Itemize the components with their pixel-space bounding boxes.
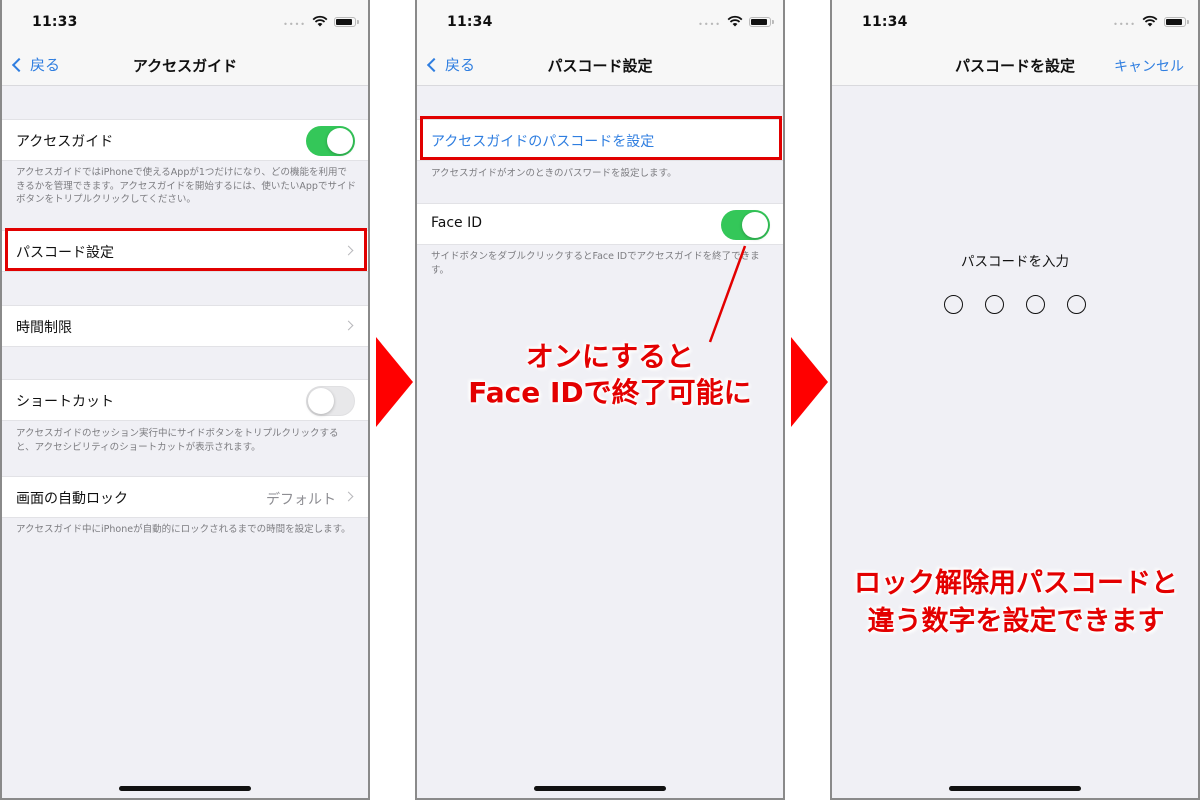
- chevron-right-icon: [343, 491, 354, 502]
- passcode-dot: [944, 295, 963, 314]
- auto-lock-value: デフォルト: [266, 492, 336, 508]
- status-bar: 11:34 ••••: [832, 0, 1198, 44]
- battery-icon: [749, 17, 774, 27]
- set-passcode-row[interactable]: アクセスガイドのパスコードを設定: [417, 119, 783, 161]
- battery-icon: [1164, 17, 1189, 27]
- battery-icon: [334, 17, 359, 27]
- toggle-knob: [742, 212, 768, 238]
- annotation-line-1: オンにすると: [525, 340, 695, 373]
- page-title: アクセスガイド: [132, 57, 238, 75]
- screen-guided-access: 11:33 •••• 戻る アクセスガイド アクセスガイド アクセスガイドではi…: [0, 0, 370, 800]
- annotation-passcode: ロック解除用パスコードと 違う数字を設定できます: [838, 565, 1194, 641]
- screen-set-passcode: 11:34 •••• パスコードを設定 キャンセル パスコードを入力: [830, 0, 1200, 800]
- auto-lock-label: 画面の自動ロック: [16, 491, 128, 507]
- status-time: 11:34: [447, 14, 493, 30]
- toggle-knob: [308, 388, 334, 414]
- passcode-dot: [1067, 295, 1086, 314]
- annotation-line-2: 違う数字を設定できます: [867, 606, 1165, 637]
- navigation-bar: 戻る アクセスガイド: [2, 44, 368, 86]
- cellular-signal-icon: ••••: [698, 20, 721, 29]
- shortcut-row: ショートカット: [2, 379, 368, 421]
- time-limits-label: 時間制限: [16, 320, 72, 336]
- set-passcode-link[interactable]: アクセスガイドのパスコードを設定: [431, 131, 654, 151]
- guided-access-toggle[interactable]: [306, 126, 355, 156]
- auto-lock-row[interactable]: 画面の自動ロック デフォルト: [2, 476, 368, 518]
- face-id-toggle[interactable]: [721, 210, 770, 240]
- time-limits-row[interactable]: 時間制限: [2, 305, 368, 347]
- status-time: 11:33: [32, 14, 78, 30]
- guided-access-label: アクセスガイド: [16, 134, 114, 150]
- cellular-signal-icon: ••••: [283, 20, 306, 29]
- cancel-button[interactable]: キャンセル: [1114, 56, 1184, 76]
- auto-lock-description: アクセスガイド中にiPhoneが自動的にロックされるまでの時間を設定します。: [16, 524, 351, 535]
- wifi-icon: [312, 15, 328, 27]
- face-id-description: サイドボタンをダブルクリックするとFace IDでアクセスガイドを終了できます。: [431, 251, 760, 276]
- status-time: 11:34: [862, 14, 908, 30]
- wifi-icon: [727, 15, 743, 27]
- status-bar: 11:34 ••••: [417, 0, 783, 44]
- status-bar: 11:33 ••••: [2, 0, 368, 44]
- chevron-right-icon: [343, 245, 354, 256]
- passcode-settings-row[interactable]: パスコード設定: [2, 230, 368, 272]
- passcode-settings-label: パスコード設定: [16, 245, 114, 261]
- annotation-line-1: ロック解除用パスコードと: [854, 568, 1178, 599]
- next-step-arrow-icon: [376, 337, 413, 427]
- home-indicator[interactable]: [119, 786, 251, 791]
- next-step-arrow-icon: [791, 337, 828, 427]
- face-id-row: Face ID: [417, 203, 783, 245]
- shortcut-label: ショートカット: [16, 394, 114, 410]
- face-id-label: Face ID: [431, 215, 483, 231]
- annotation-line-2: Face IDで終了可能に: [468, 376, 752, 409]
- page-title: パスコード設定: [547, 57, 653, 75]
- toggle-knob: [327, 128, 353, 154]
- passcode-dots: [832, 295, 1198, 314]
- chevron-right-icon: [343, 320, 354, 331]
- set-passcode-description: アクセスガイドがオンのときのパスワードを設定します。: [431, 168, 677, 179]
- home-indicator[interactable]: [534, 786, 666, 791]
- navigation-bar: パスコードを設定 キャンセル: [832, 44, 1198, 86]
- home-indicator[interactable]: [949, 786, 1081, 791]
- passcode-dot: [985, 295, 1004, 314]
- wifi-icon: [1142, 15, 1158, 27]
- shortcut-description: アクセスガイドのセッション実行中にサイドボタンをトリプルクリックすると、アクセシ…: [16, 428, 339, 453]
- passcode-dot: [1026, 295, 1045, 314]
- guided-access-description: アクセスガイドではiPhoneで使えるAppが1つだけになり、どの機能を利用でき…: [16, 167, 356, 205]
- cellular-signal-icon: ••••: [1113, 20, 1136, 29]
- guided-access-row: アクセスガイド: [2, 119, 368, 161]
- shortcut-toggle[interactable]: [306, 386, 355, 416]
- annotation-face-id: オンにすると Face IDで終了可能に: [440, 339, 780, 411]
- passcode-prompt: パスコードを入力: [961, 254, 1069, 270]
- navigation-bar: 戻る パスコード設定: [417, 44, 783, 86]
